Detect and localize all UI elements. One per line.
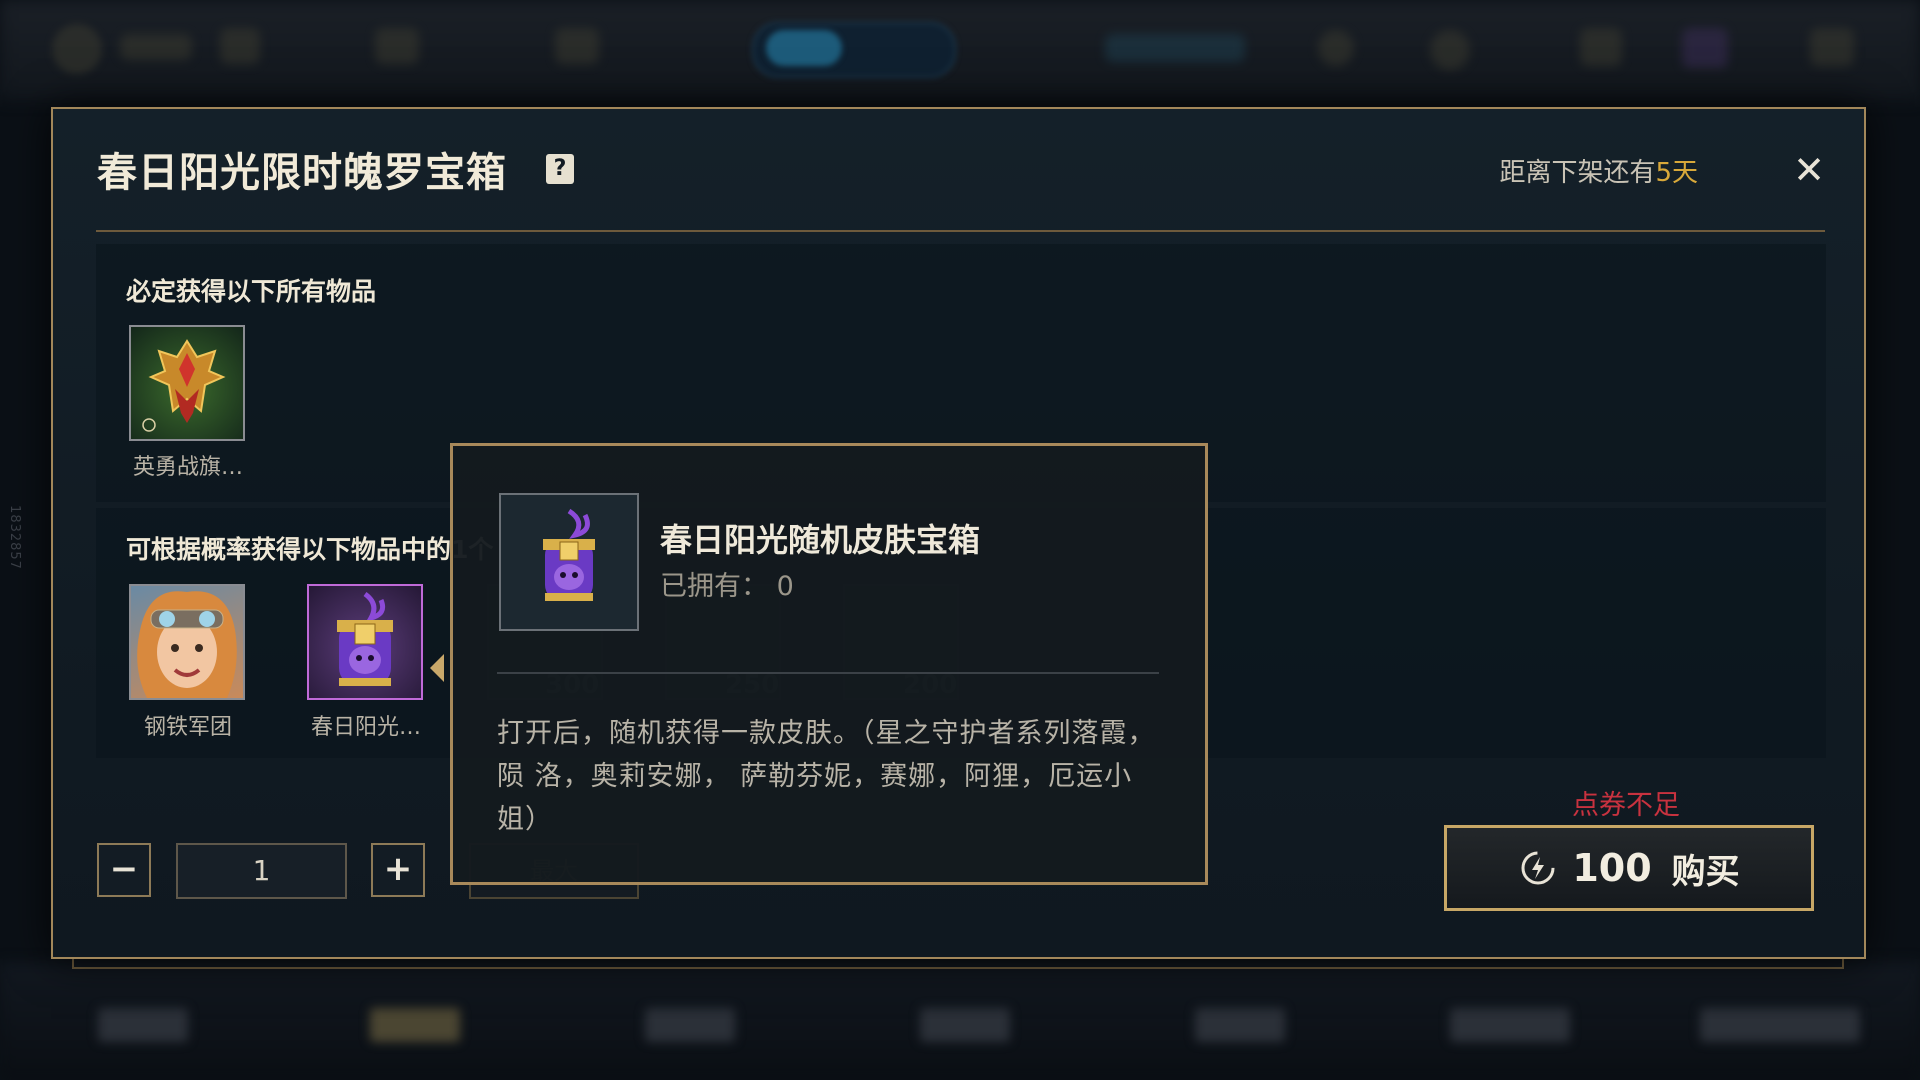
buy-price: 100 bbox=[1572, 846, 1652, 890]
increase-quantity-button[interactable]: + bbox=[371, 843, 425, 897]
item-caption-iron-legion: 钢铁军团 bbox=[143, 715, 232, 740]
delist-prefix: 距离下架还有 bbox=[1499, 158, 1656, 188]
quantity-input[interactable]: 1 bbox=[176, 843, 347, 899]
background-nav-blob bbox=[120, 34, 192, 60]
background-nav-icon bbox=[375, 28, 419, 64]
help-icon[interactable]: ? bbox=[546, 154, 574, 184]
background-nav-icon bbox=[220, 28, 260, 64]
background-tab bbox=[1700, 1008, 1860, 1042]
background-tab-active bbox=[370, 1008, 460, 1042]
close-button[interactable]: ✕ bbox=[1789, 150, 1829, 190]
background-tab bbox=[98, 1008, 188, 1042]
coupon-currency-icon bbox=[1521, 851, 1555, 885]
background-icon bbox=[1810, 28, 1854, 66]
background-tab bbox=[920, 1008, 1010, 1042]
item-caption-banner: 英勇战旗… bbox=[132, 455, 243, 480]
popup-item-thumbnail bbox=[499, 493, 639, 631]
background-currency-blob bbox=[1105, 34, 1245, 62]
chance-label: 可根据概率获得以下物品中的1个 bbox=[126, 535, 494, 564]
title-divider bbox=[96, 230, 1825, 232]
modal-title: 春日阳光限时魄罗宝箱 bbox=[97, 150, 507, 196]
background-top-bar bbox=[0, 0, 1920, 100]
popup-owned-count: 已拥有： 0 bbox=[660, 571, 794, 602]
chest-icon bbox=[337, 591, 393, 686]
item-caption-spring-chest: 春日阳光… bbox=[310, 715, 421, 740]
background-icon bbox=[1580, 28, 1622, 66]
background-avatar-icon bbox=[52, 24, 102, 74]
popup-title: 春日阳光随机皮肤宝箱 bbox=[660, 521, 981, 559]
delist-countdown: 距离下架还有5天 bbox=[1499, 152, 1698, 189]
popup-divider bbox=[497, 672, 1159, 674]
banner-emblem-icon bbox=[142, 339, 226, 432]
item-tile-banner[interactable] bbox=[129, 325, 245, 441]
side-id-text: 1832857 bbox=[6, 505, 22, 570]
background-tab bbox=[1450, 1008, 1570, 1042]
decrease-quantity-button[interactable]: − bbox=[97, 843, 151, 897]
champion-portrait-icon bbox=[137, 591, 237, 698]
background-tab bbox=[1195, 1008, 1285, 1042]
item-tile-spring-chest[interactable] bbox=[307, 584, 423, 700]
guaranteed-label: 必定获得以下所有物品 bbox=[126, 277, 377, 306]
background-toggle-active bbox=[766, 30, 842, 66]
delist-days: 5天 bbox=[1655, 158, 1698, 188]
item-tile-iron-legion[interactable] bbox=[129, 584, 245, 700]
popup-description: 打开后，随机获得一款皮肤。（星之守护者系列落霞，陨 洛，奥莉安娜， 萨勒芬妮，赛… bbox=[497, 718, 1156, 835]
background-icon bbox=[1682, 28, 1728, 68]
background-icon bbox=[1318, 30, 1354, 66]
background-icon bbox=[1430, 30, 1470, 70]
background-tab bbox=[645, 1008, 735, 1042]
insufficient-funds-text: 点券不足 bbox=[1572, 790, 1680, 821]
buy-button[interactable]: 100 购买 bbox=[1444, 825, 1814, 911]
chest-icon bbox=[543, 508, 595, 601]
background-nav-icon bbox=[555, 28, 599, 64]
selection-pointer bbox=[430, 654, 444, 682]
buy-label: 购买 bbox=[1671, 851, 1740, 892]
